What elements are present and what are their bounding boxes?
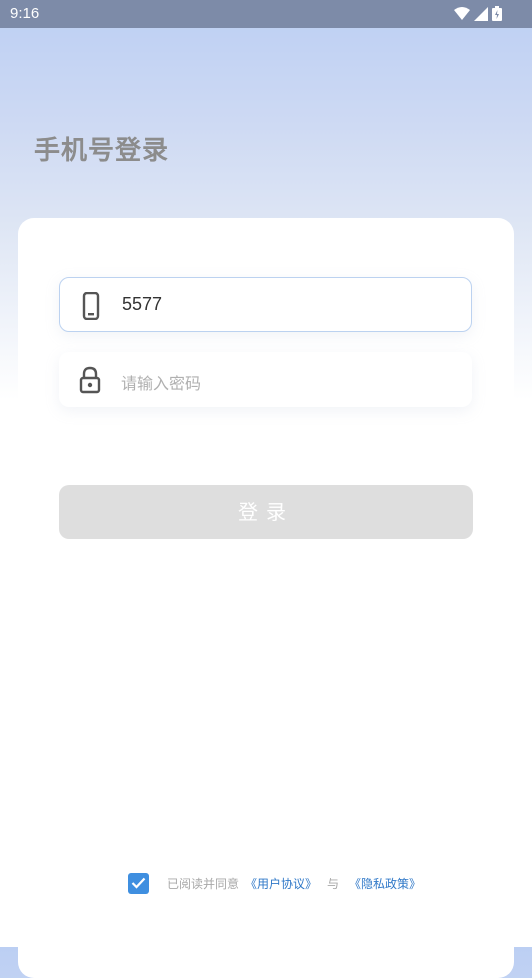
password-field[interactable]: 请输入密码 [59,352,472,407]
login-button[interactable]: 登录 [59,485,473,539]
agreement-prefix: 已阅读并同意 [167,876,240,891]
phone-icon [82,292,100,320]
privacy-policy-link[interactable]: 《隐私政策》 [349,875,421,892]
page-title: 手机号登录 [34,136,170,166]
password-input[interactable]: 请输入密码 [121,370,201,394]
agreement-and: 与 [327,876,340,891]
status-time: 9:16 [10,5,40,22]
agreement-checkbox[interactable] [128,872,149,894]
lock-icon [79,366,101,394]
phone-field[interactable]: 5577 [59,277,472,332]
agreement-row: 已阅读并同意 《用户协议》 与 《隐私政策》 [128,872,421,894]
user-agreement-link[interactable]: 《用户协议》 [245,875,317,892]
status-icons [454,6,502,21]
status-bar: 9:16 [0,0,532,28]
signal-icon [474,6,488,21]
battery-icon [492,6,502,21]
wifi-icon [454,6,470,20]
phone-input[interactable]: 5577 [122,294,162,315]
login-card [18,218,514,978]
checkmark-icon [131,877,146,889]
